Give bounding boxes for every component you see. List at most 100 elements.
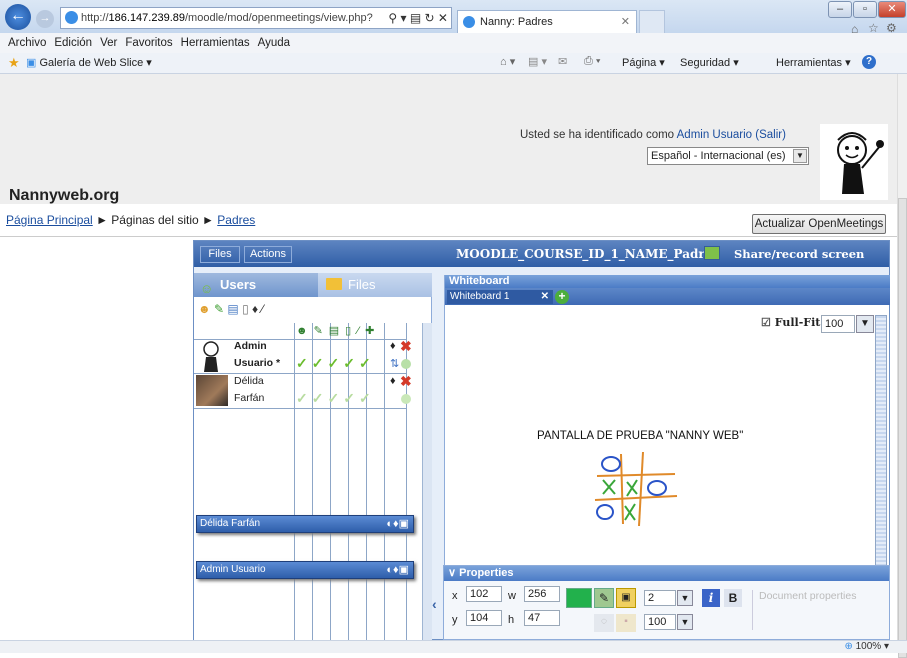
close-window-button[interactable]: ✕ <box>878 1 906 18</box>
user-tools: ☻ ✎ ▤ ▯ ♦ ⁄ <box>198 302 264 316</box>
whiteboard-tab[interactable]: Whiteboard 1 ✕ <box>447 290 553 304</box>
status-sync-icon: ⇅ <box>390 358 400 370</box>
menu-item[interactable]: Ayuda <box>258 33 290 53</box>
pencil-icon[interactable]: ✎ <box>214 302 224 316</box>
share-record-button[interactable]: Share/record screen <box>734 247 864 261</box>
content-divider <box>0 236 897 237</box>
browser-menubar: Archivo Edición Ver Favoritos Herramientas Ay… <box>0 33 907 53</box>
zoom-dropdown-icon[interactable]: ▼ <box>856 315 874 333</box>
logout-link[interactable]: (Salir) <box>755 129 786 141</box>
fullfit-label: Full-Fit <box>774 316 821 329</box>
user-row[interactable]: Admin Usuario * ✓✓✓✓✓ ♦ ✖ ⇅ <box>194 338 412 373</box>
status-bar: ⊕ 100% ▾ <box>0 640 907 653</box>
om-tab-files[interactable]: Files <box>200 246 240 263</box>
help-icon[interactable]: ? <box>862 55 876 69</box>
cmd-page-menu[interactable]: Página ▾ <box>622 56 665 69</box>
browser-tab[interactable]: Nanny: Padres ✕ <box>457 10 637 33</box>
bold-button[interactable]: B <box>724 589 742 607</box>
cmd-security-menu[interactable]: Seguridad ▾ <box>680 56 739 69</box>
collapse-panel-handle[interactable]: ‹ <box>432 596 442 626</box>
web-slice-link[interactable]: ▣ Galería de Web Slice ▾ <box>26 56 152 69</box>
site-name: Nannyweb.org <box>9 187 120 204</box>
grid-header-icons: ☻✎▤▯⁄✚ <box>296 325 381 337</box>
mic-icon[interactable]: ♦ <box>252 302 258 316</box>
cmd-tools-menu[interactable]: Herramientas ▾ <box>776 56 851 69</box>
zoom-level[interactable]: ⊕ 100% ▾ <box>844 641 889 652</box>
status-dot <box>401 394 411 404</box>
close-icon[interactable]: ✕ <box>541 290 549 304</box>
page-content: Usted se ha identificado como Admin Usua… <box>0 74 897 640</box>
w-input[interactable]: 256 <box>524 586 560 602</box>
x-input[interactable]: 102 <box>466 586 502 602</box>
video-controls-icon[interactable]: ◐♦▣ <box>386 562 409 578</box>
h-input[interactable]: 47 <box>524 610 560 626</box>
cmd-mail-icon[interactable]: ✉ <box>558 55 567 68</box>
menu-item[interactable]: Edición <box>54 33 92 53</box>
menu-item[interactable]: Favoritos <box>125 33 172 53</box>
status-dot <box>401 359 411 369</box>
zoom-input[interactable]: 100 <box>821 315 855 333</box>
favorites-star-add-icon[interactable]: ★ <box>8 55 20 71</box>
video-window-title: Admin Usuario <box>200 564 266 575</box>
opacity-input[interactable]: 100 <box>644 614 676 630</box>
page-scrollbar[interactable] <box>897 74 907 658</box>
new-tab-button[interactable] <box>639 10 665 33</box>
lock-icon[interactable]: ▣ <box>616 588 636 608</box>
menu-item[interactable]: Archivo <box>8 33 46 53</box>
back-button[interactable]: ← <box>5 4 31 30</box>
menu-item[interactable]: Ver <box>100 33 117 53</box>
fullfit-checkbox[interactable]: ☑ Full-Fit <box>761 316 820 329</box>
files-tab[interactable]: Files <box>318 273 432 297</box>
om-tab-actions[interactable]: Actions <box>244 246 292 263</box>
breadcrumb-current[interactable]: Padres <box>217 213 255 227</box>
fill-color-swatch[interactable] <box>566 588 592 608</box>
kick-user-icon[interactable]: ✖ <box>400 338 412 355</box>
users-scrollbar[interactable] <box>422 323 432 640</box>
line-width-dropdown-icon[interactable]: ▼ <box>677 590 693 606</box>
menu-item[interactable]: Herramientas <box>181 33 250 53</box>
address-controls-icon[interactable]: ⚲ ▾ ▤ ↻ ✕ <box>385 8 448 28</box>
h-label: h <box>508 614 515 626</box>
italic-button[interactable]: i <box>702 589 720 607</box>
wand-icon[interactable]: ⁄ <box>262 302 264 316</box>
update-openmeetings-button[interactable]: Actualizar OpenMeetings <box>752 214 886 234</box>
opacity-dropdown-icon[interactable]: ▼ <box>677 614 693 630</box>
breadcrumb-pages: Páginas del sitio <box>111 213 199 227</box>
eraser-icon: ◌ <box>594 614 614 632</box>
ie-page-icon <box>65 11 78 24</box>
cmd-feeds-icon[interactable]: ▤ ▾ <box>528 55 547 68</box>
site-logo <box>820 124 888 200</box>
kick-user-icon[interactable]: ✖ <box>400 373 412 390</box>
address-bar[interactable]: http://186.147.239.89/moodle/mod/openmee… <box>60 7 452 29</box>
tab-title: Nanny: Padres <box>480 16 553 28</box>
properties-header[interactable]: ∨ Properties <box>444 566 889 581</box>
mic-icon[interactable]: ♦ <box>390 340 396 352</box>
add-whiteboard-icon[interactable]: + <box>555 290 569 304</box>
share-screen-icon[interactable] <box>704 246 720 260</box>
document-icon[interactable]: ▯ <box>242 302 249 316</box>
whiteboard-icon[interactable]: ▤ <box>227 302 238 316</box>
user-row[interactable]: Délida Farfán ✓✓✓✓✓ ♦ ✖ <box>194 373 412 408</box>
forward-button[interactable]: → <box>36 10 54 28</box>
users-group-icon[interactable]: ☻ <box>198 302 211 316</box>
video-controls-icon[interactable]: ◐♦▣ <box>386 516 409 532</box>
language-select[interactable]: Español - Internacional (es) ▼ <box>647 147 809 165</box>
video-window-bar[interactable]: Admin Usuario ◐♦▣ <box>196 561 414 579</box>
cmd-home-icon[interactable]: ⌂ ▾ <box>500 55 515 68</box>
tab-close-icon[interactable]: ✕ <box>621 11 630 33</box>
cmd-print-icon[interactable]: ⎙ ▾ <box>584 55 600 68</box>
users-panel: ☺ Users Files ☻ ✎ ▤ ▯ ♦ ⁄ ☻✎▤▯⁄✚ Admin U… <box>194 273 432 640</box>
breadcrumb-home[interactable]: Página Principal <box>6 213 93 227</box>
breadcrumb-sep: ► <box>202 213 214 227</box>
users-tab[interactable]: ☺ Users <box>194 273 318 297</box>
url-prefix: http:// <box>81 12 109 24</box>
y-input[interactable]: 104 <box>466 610 502 626</box>
video-window-bar[interactable]: Délida Farfán ◐♦▣ <box>196 515 414 533</box>
users-tab-label: Users <box>220 277 257 292</box>
line-width-input[interactable]: 2 <box>644 590 676 606</box>
maximize-button[interactable]: ▫ <box>853 1 877 18</box>
minimize-button[interactable]: – <box>828 1 852 18</box>
line-color-pencil-icon[interactable]: ✎ <box>594 588 614 608</box>
mic-icon[interactable]: ♦ <box>390 375 396 387</box>
user-link[interactable]: Admin Usuario <box>677 129 752 141</box>
